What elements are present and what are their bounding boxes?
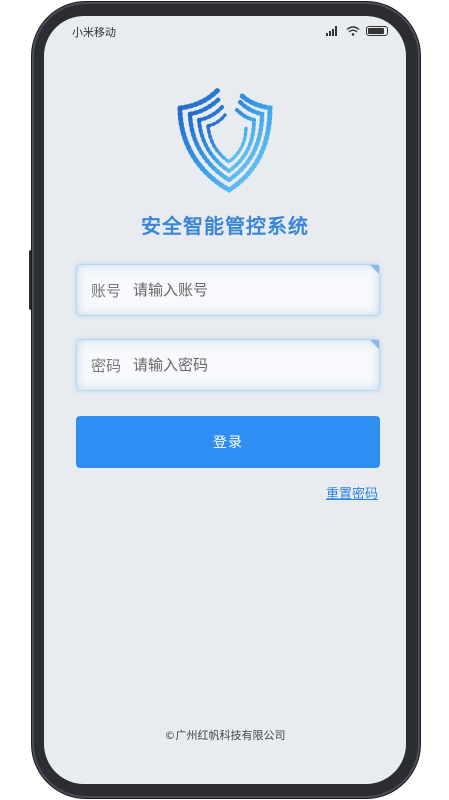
password-label: 密码 (91, 356, 122, 375)
login-button[interactable]: 登录 (76, 416, 380, 468)
password-field[interactable]: 密码 (76, 339, 380, 391)
account-field[interactable]: 账号 (76, 264, 380, 316)
app-title: 安全智能管控系统 (141, 214, 309, 238)
status-icons (326, 26, 388, 36)
signal-icon (326, 26, 340, 36)
reset-password-link[interactable]: 重置密码 (326, 483, 378, 502)
copyright-footer: ©广州红帆科技有限公司 (164, 729, 286, 742)
phone-screen: 小米移动 安全智能管控系统 账号 请输入账号 密码 登录 重置密码 ©广州红帆科… (44, 16, 406, 784)
account-input[interactable] (133, 281, 334, 299)
carrier-name: 小米移动 (72, 26, 116, 39)
password-input[interactable] (133, 356, 334, 374)
shield-logo-icon (177, 87, 273, 193)
account-label: 账号 (91, 281, 122, 300)
status-bar: 小米移动 (44, 16, 406, 52)
wifi-icon (346, 26, 360, 36)
battery-icon (366, 26, 388, 36)
